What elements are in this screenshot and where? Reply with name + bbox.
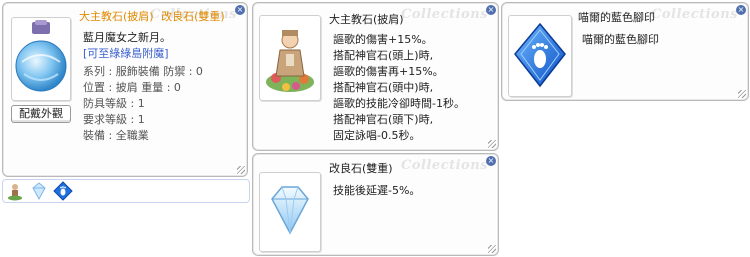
stat-required-level: 要求等級 : 1: [83, 113, 145, 126]
item-window-blue-footprint: Collections × 喵爾的藍色腳印 喵爾的藍色腳印: [501, 2, 749, 101]
watermark: Collections: [651, 7, 738, 22]
wear-appearance-button[interactable]: 配戴外觀: [11, 105, 71, 123]
item-title: 改良石(雙重): [329, 162, 393, 175]
item-description: 藍月魔女之新月。 [可至綠綠島附魔] 系列 : 服飾裝備 防禦 : 0 位置 :…: [83, 29, 233, 176]
item-image-diamond: [259, 172, 321, 252]
effect-line-6: 搭配神官石(頭下)時,: [333, 113, 434, 126]
item-title: 喵爾的藍色腳印: [578, 11, 655, 24]
close-icon[interactable]: ×: [736, 5, 746, 15]
effect-line-2: 搭配神官石(頭上)時,: [333, 49, 434, 62]
enchant-link[interactable]: [可至綠綠島附魔]: [83, 45, 169, 61]
resize-grip[interactable]: [738, 90, 746, 98]
effect-line-1: 技能後延遲-5%。: [333, 184, 421, 197]
stat-armor-level: 防具等級 : 1: [83, 97, 145, 110]
item-title-primary: 大主教石(披肩): [79, 10, 154, 23]
diamond-icon[interactable]: [29, 181, 49, 201]
desc-line-1: 藍月魔女之新月。: [83, 31, 171, 44]
effect-line-4: 搭配神官石(頭中)時,: [333, 81, 434, 94]
resize-grip[interactable]: [488, 245, 496, 253]
stat-equip: 裝備 : 全職業: [83, 129, 149, 142]
resize-grip[interactable]: [237, 166, 245, 174]
watermark: Collections: [401, 7, 488, 22]
effect-line-5: 謳歌的技能冷卻時間-1秒。: [333, 97, 465, 110]
close-icon[interactable]: ×: [486, 156, 496, 166]
close-icon[interactable]: ×: [486, 5, 496, 15]
item-window-improvement-stone: Collections × 改良石(雙重) 技能後延遲-5%。: [252, 153, 499, 256]
item-effects: 謳歌的傷害+15%。 搭配神官石(頭上)時, 謳歌的傷害再+15%。 搭配神官石…: [333, 31, 493, 150]
blue-footprint-icon[interactable]: [53, 181, 73, 201]
watermark: Collections: [401, 158, 488, 173]
figure-icon[interactable]: [5, 181, 25, 201]
effect-line-1: 謳歌的傷害+15%。: [333, 33, 433, 46]
item-image-orb: [11, 17, 71, 101]
close-icon[interactable]: ×: [235, 5, 245, 15]
effect-line-7: 固定詠唱-0.5秒。: [333, 129, 421, 142]
item-window-archbishop: Collections × 配戴外觀 大主教石(披肩) 改良石(雙重) 藍月魔女…: [2, 2, 248, 177]
item-title-secondary: 改良石(雙重): [161, 10, 225, 23]
item-window-archbishop-detail: Collections × 大主教石(披肩) 謳歌的傷害+15%。 搭配神官石(…: [252, 2, 499, 151]
stat-position-weight: 位置 : 披肩 重量 : 0: [83, 81, 181, 94]
resize-grip[interactable]: [488, 140, 496, 148]
item-image-figure: [259, 15, 321, 101]
item-description: 喵爾的藍色腳印: [582, 33, 659, 46]
item-image-blue-footprint: [508, 15, 572, 97]
item-slot-bar: [2, 179, 250, 203]
item-title: 大主教石(披肩): [329, 13, 404, 26]
stat-series-defense: 系列 : 服飾裝備 防禦 : 0: [83, 65, 203, 78]
effect-line-3: 謳歌的傷害再+15%。: [333, 65, 444, 78]
